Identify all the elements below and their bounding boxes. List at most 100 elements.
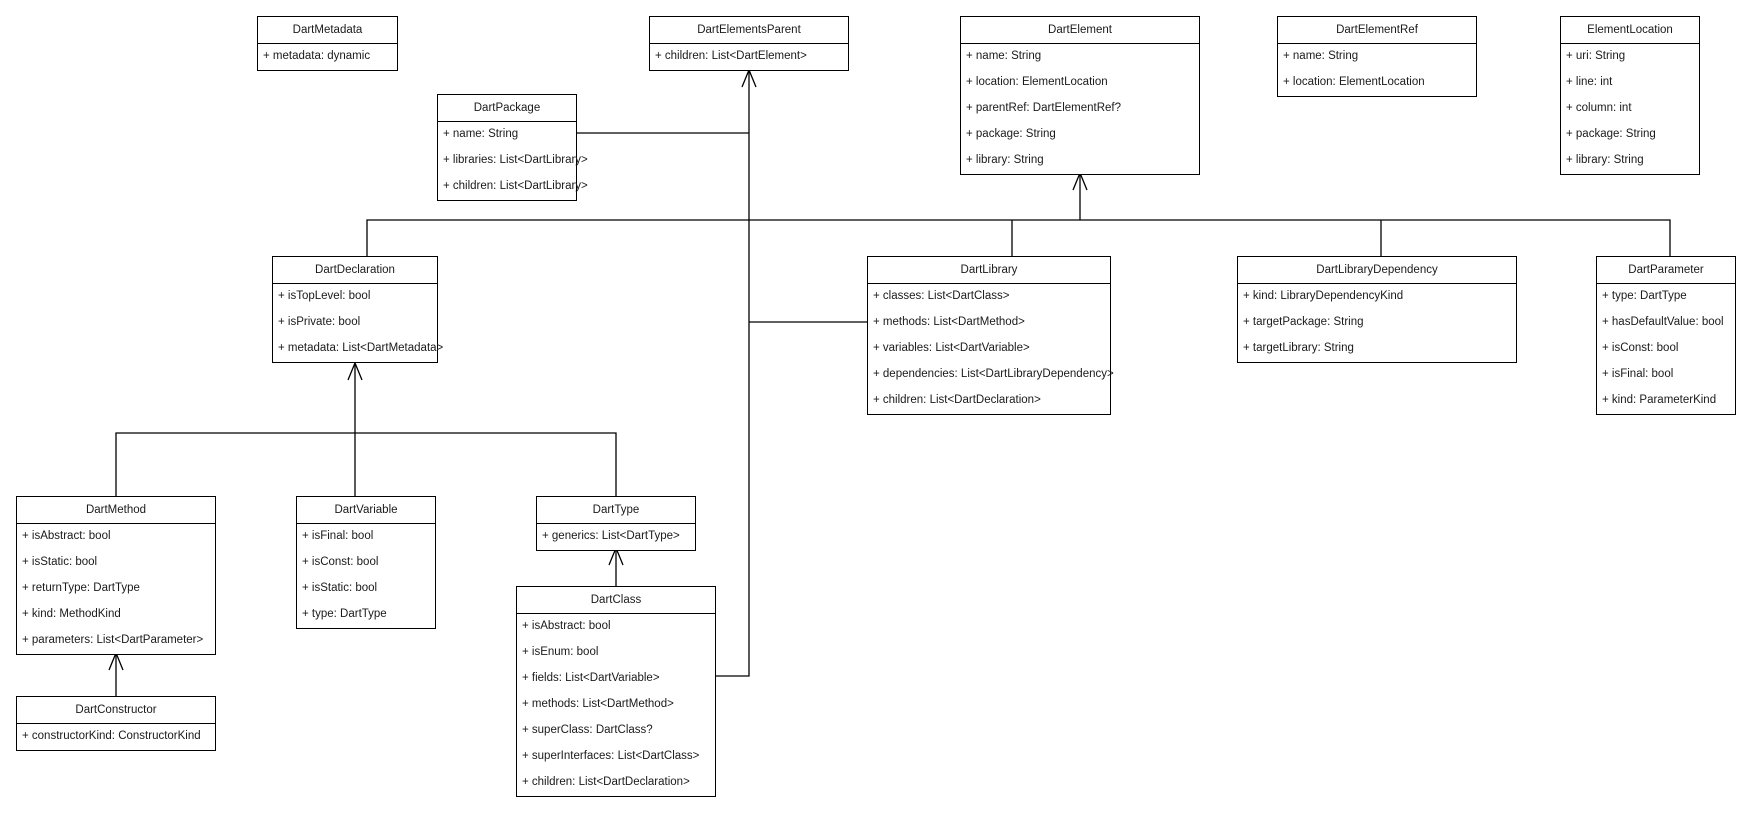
attribute: + superClass: DartClass? (522, 724, 653, 736)
attribute: + children: List<DartLibrary> (443, 180, 588, 192)
attribute: + parentRef: DartElementRef? (966, 102, 1122, 114)
class-dart-declaration[interactable]: DartDeclaration + isTopLevel: bool + isPri… (272, 256, 444, 363)
class-dart-library[interactable]: DartLibrary + classes: List<DartClass> + m… (867, 256, 1114, 415)
class-dart-method[interactable]: DartMethod + isAbstract: bool + isStatic: … (16, 496, 216, 655)
attribute: + location: ElementLocation (1283, 76, 1425, 88)
attribute: + name: String (966, 50, 1042, 62)
class-dart-package[interactable]: DartPackage + name: String + libraries: Li… (437, 94, 588, 201)
attribute: + libraries: List<DartLibrary> (443, 154, 588, 166)
attribute: + isConst: bool (302, 556, 379, 568)
attribute: + kind: LibraryDependencyKind (1243, 290, 1404, 302)
class-dart-constructor[interactable]: DartConstructor + constructorKind: Constr… (16, 696, 216, 751)
class-name: DartLibraryDependency (1238, 257, 1516, 284)
attribute-list: + type: DartType + hasDefaultValue: bool +… (1597, 284, 1735, 414)
attribute-list: + isAbstract: bool + isEnum: bool + fields… (517, 614, 715, 796)
attribute: + children: List<DartDeclaration> (873, 394, 1041, 406)
attribute: + kind: ParameterKind (1602, 394, 1717, 406)
attribute: + isAbstract: bool (522, 620, 611, 632)
class-dart-element-ref[interactable]: DartElementRef + name: String + location: … (1277, 16, 1477, 97)
attribute-list: + constructorKind: ConstructorKind (17, 724, 215, 750)
attribute: + uri: String (1566, 50, 1626, 62)
class-name: DartElement (961, 17, 1199, 44)
attribute: + package: String (966, 128, 1056, 140)
attribute-list: + isTopLevel: bool + isPrivate: bool + met… (273, 284, 444, 362)
class-dart-type[interactable]: DartType + generics: List<DartType> (536, 496, 696, 551)
attribute-list: + children: List<DartElement> (650, 44, 848, 70)
attribute: + column: int (1566, 102, 1632, 114)
attribute: + isStatic: bool (302, 582, 378, 594)
class-dart-parameter[interactable]: DartParameter + type: DartType + hasDefaul… (1596, 256, 1736, 415)
attribute: + isStatic: bool (22, 556, 98, 568)
attribute: + targetLibrary: String (1243, 342, 1354, 354)
attribute: + children: List<DartElement> (655, 50, 807, 62)
attribute: + library: String (1566, 154, 1644, 166)
attribute-list: + metadata: dynamic (258, 44, 397, 70)
attribute: + isFinal: bool (1602, 368, 1674, 380)
attribute-list: + generics: List<DartType> (537, 524, 695, 550)
attribute: + type: DartType (302, 608, 387, 620)
attribute: + methods: List<DartMethod> (522, 698, 674, 710)
attribute: + superInterfaces: List<DartClass> (522, 750, 700, 762)
class-name: DartDeclaration (273, 257, 437, 284)
diagram-canvas: DartMetadata + metadata: dynamic DartEleme… (0, 0, 1753, 814)
attribute: + type: DartType (1602, 290, 1687, 302)
class-name: DartMetadata (258, 17, 397, 44)
class-name: DartParameter (1597, 257, 1735, 284)
class-dart-elements-parent[interactable]: DartElementsParent + children: List<DartE… (649, 16, 849, 71)
class-name: DartClass (517, 587, 715, 614)
attribute: + variables: List<DartVariable> (873, 342, 1030, 354)
attribute: + name: String (443, 128, 519, 140)
class-dart-element[interactable]: DartElement + name: String + location: Ele… (960, 16, 1200, 175)
class-name: DartMethod (17, 497, 215, 524)
class-dart-variable[interactable]: DartVariable + isFinal: bool + isConst: bo… (296, 496, 436, 629)
attribute: + kind: MethodKind (22, 608, 121, 620)
class-name: DartVariable (297, 497, 435, 524)
class-name: ElementLocation (1561, 17, 1699, 44)
class-name: DartType (537, 497, 695, 524)
attribute: + isFinal: bool (302, 530, 374, 542)
attribute: + metadata: List<DartMetadata> (278, 342, 444, 354)
edge-bus-dart-element (366, 219, 1671, 256)
attribute: + classes: List<DartClass> (873, 290, 1010, 302)
edge-bus-dart-declaration (115, 432, 617, 496)
attribute: + isTopLevel: bool (278, 290, 371, 302)
attribute: + hasDefaultValue: bool (1602, 316, 1724, 328)
attribute-list: + name: String + location: ElementLocatio… (961, 44, 1199, 174)
attribute-list: + name: String + libraries: List<DartLibr… (438, 122, 588, 200)
class-name: DartElementsParent (650, 17, 848, 44)
class-name: DartLibrary (868, 257, 1110, 284)
class-name: DartPackage (438, 95, 576, 122)
attribute-list: + isAbstract: bool + isStatic: bool + retu… (17, 524, 215, 654)
class-dart-library-dependency[interactable]: DartLibraryDependency + kind: LibraryDepe… (1237, 256, 1517, 363)
class-dart-metadata[interactable]: DartMetadata + metadata: dynamic (257, 16, 398, 71)
attribute: + location: ElementLocation (966, 76, 1108, 88)
attribute-list: + name: String + location: ElementLocatio… (1278, 44, 1476, 96)
attribute: + package: String (1566, 128, 1656, 140)
class-name: DartConstructor (17, 697, 215, 724)
attribute: + library: String (966, 154, 1044, 166)
attribute-list: + isFinal: bool + isConst: bool + isStatic… (297, 524, 435, 628)
attribute: + isConst: bool (1602, 342, 1679, 354)
attribute: + dependencies: List<DartLibraryDependen… (873, 368, 1114, 380)
attribute: + targetPackage: String (1243, 316, 1364, 328)
edge-trunk-dart-elements-parent (716, 70, 750, 677)
attribute: + line: int (1566, 76, 1613, 88)
attribute: + children: List<DartDeclaration> (522, 776, 690, 788)
attribute: + isPrivate: bool (278, 316, 361, 328)
class-dart-class[interactable]: DartClass + isAbstract: bool + isEnum: boo… (516, 586, 716, 797)
attribute: + fields: List<DartVariable> (522, 672, 660, 684)
attribute-list: + uri: String + line: int + column: int + p… (1561, 44, 1699, 174)
attribute-list: + kind: LibraryDependencyKind + targetPac… (1238, 284, 1516, 362)
attribute: + constructorKind: ConstructorKind (22, 730, 201, 742)
attribute: + isAbstract: bool (22, 530, 111, 542)
attribute: + parameters: List<DartParameter> (22, 634, 204, 646)
attribute-list: + classes: List<DartClass> + methods: Lis… (868, 284, 1114, 414)
attribute: + returnType: DartType (22, 582, 140, 594)
class-name: DartElementRef (1278, 17, 1476, 44)
attribute: + generics: List<DartType> (542, 530, 680, 542)
class-element-location[interactable]: ElementLocation + uri: String + line: int +… (1560, 16, 1700, 175)
attribute: + isEnum: bool (522, 646, 599, 658)
attribute: + methods: List<DartMethod> (873, 316, 1025, 328)
attribute: + name: String (1283, 50, 1359, 62)
attribute: + metadata: dynamic (263, 50, 371, 62)
